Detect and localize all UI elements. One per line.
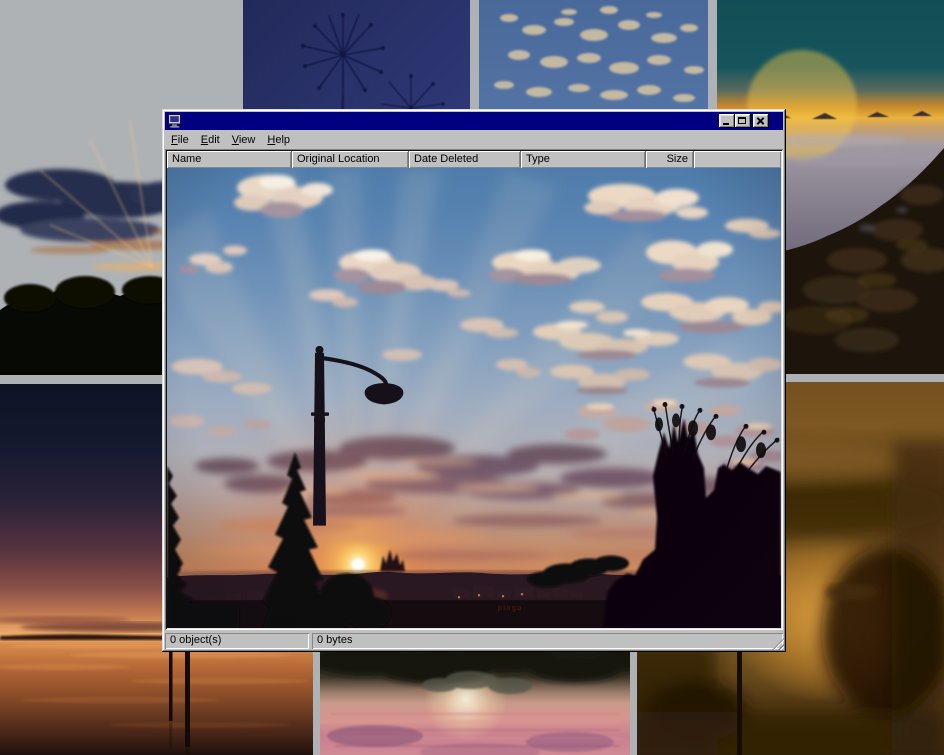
column-header-type[interactable]: Type — [521, 151, 646, 168]
column-header-date-deleted[interactable]: Date Deleted — [409, 151, 521, 168]
maximize-button[interactable] — [735, 114, 751, 128]
menu-bar: File Edit View Help — [165, 130, 783, 149]
close-button[interactable] — [753, 114, 769, 128]
minimize-button[interactable] — [719, 114, 735, 128]
column-header-size[interactable]: Size — [646, 151, 694, 168]
column-header-name[interactable]: Name — [167, 151, 292, 168]
column-header-filler — [694, 151, 781, 168]
status-bar: 0 object(s) 0 bytes — [165, 633, 783, 649]
status-object-count: 0 object(s) — [165, 633, 309, 649]
menu-help[interactable]: Help — [262, 132, 295, 148]
menu-edit[interactable]: Edit — [196, 132, 225, 148]
title-bar[interactable] — [165, 112, 783, 130]
desktop: { "window": { "title": "", "menu": { "fi… — [0, 0, 944, 755]
column-headers: Name Original Location Date Deleted Type… — [167, 151, 781, 168]
status-byte-count: 0 bytes — [312, 633, 783, 649]
column-header-original-location[interactable]: Original Location — [292, 151, 409, 168]
window-content-photo: pingo — [167, 168, 781, 628]
computer-icon — [168, 114, 182, 128]
menu-view[interactable]: View — [227, 132, 261, 148]
file-list-view: Name Original Location Date Deleted Type… — [165, 149, 783, 630]
menu-file[interactable]: File — [166, 132, 194, 148]
recycle-bin-window: File Edit View Help Name Original Locati… — [162, 109, 786, 652]
titlebar-buttons — [719, 114, 769, 128]
